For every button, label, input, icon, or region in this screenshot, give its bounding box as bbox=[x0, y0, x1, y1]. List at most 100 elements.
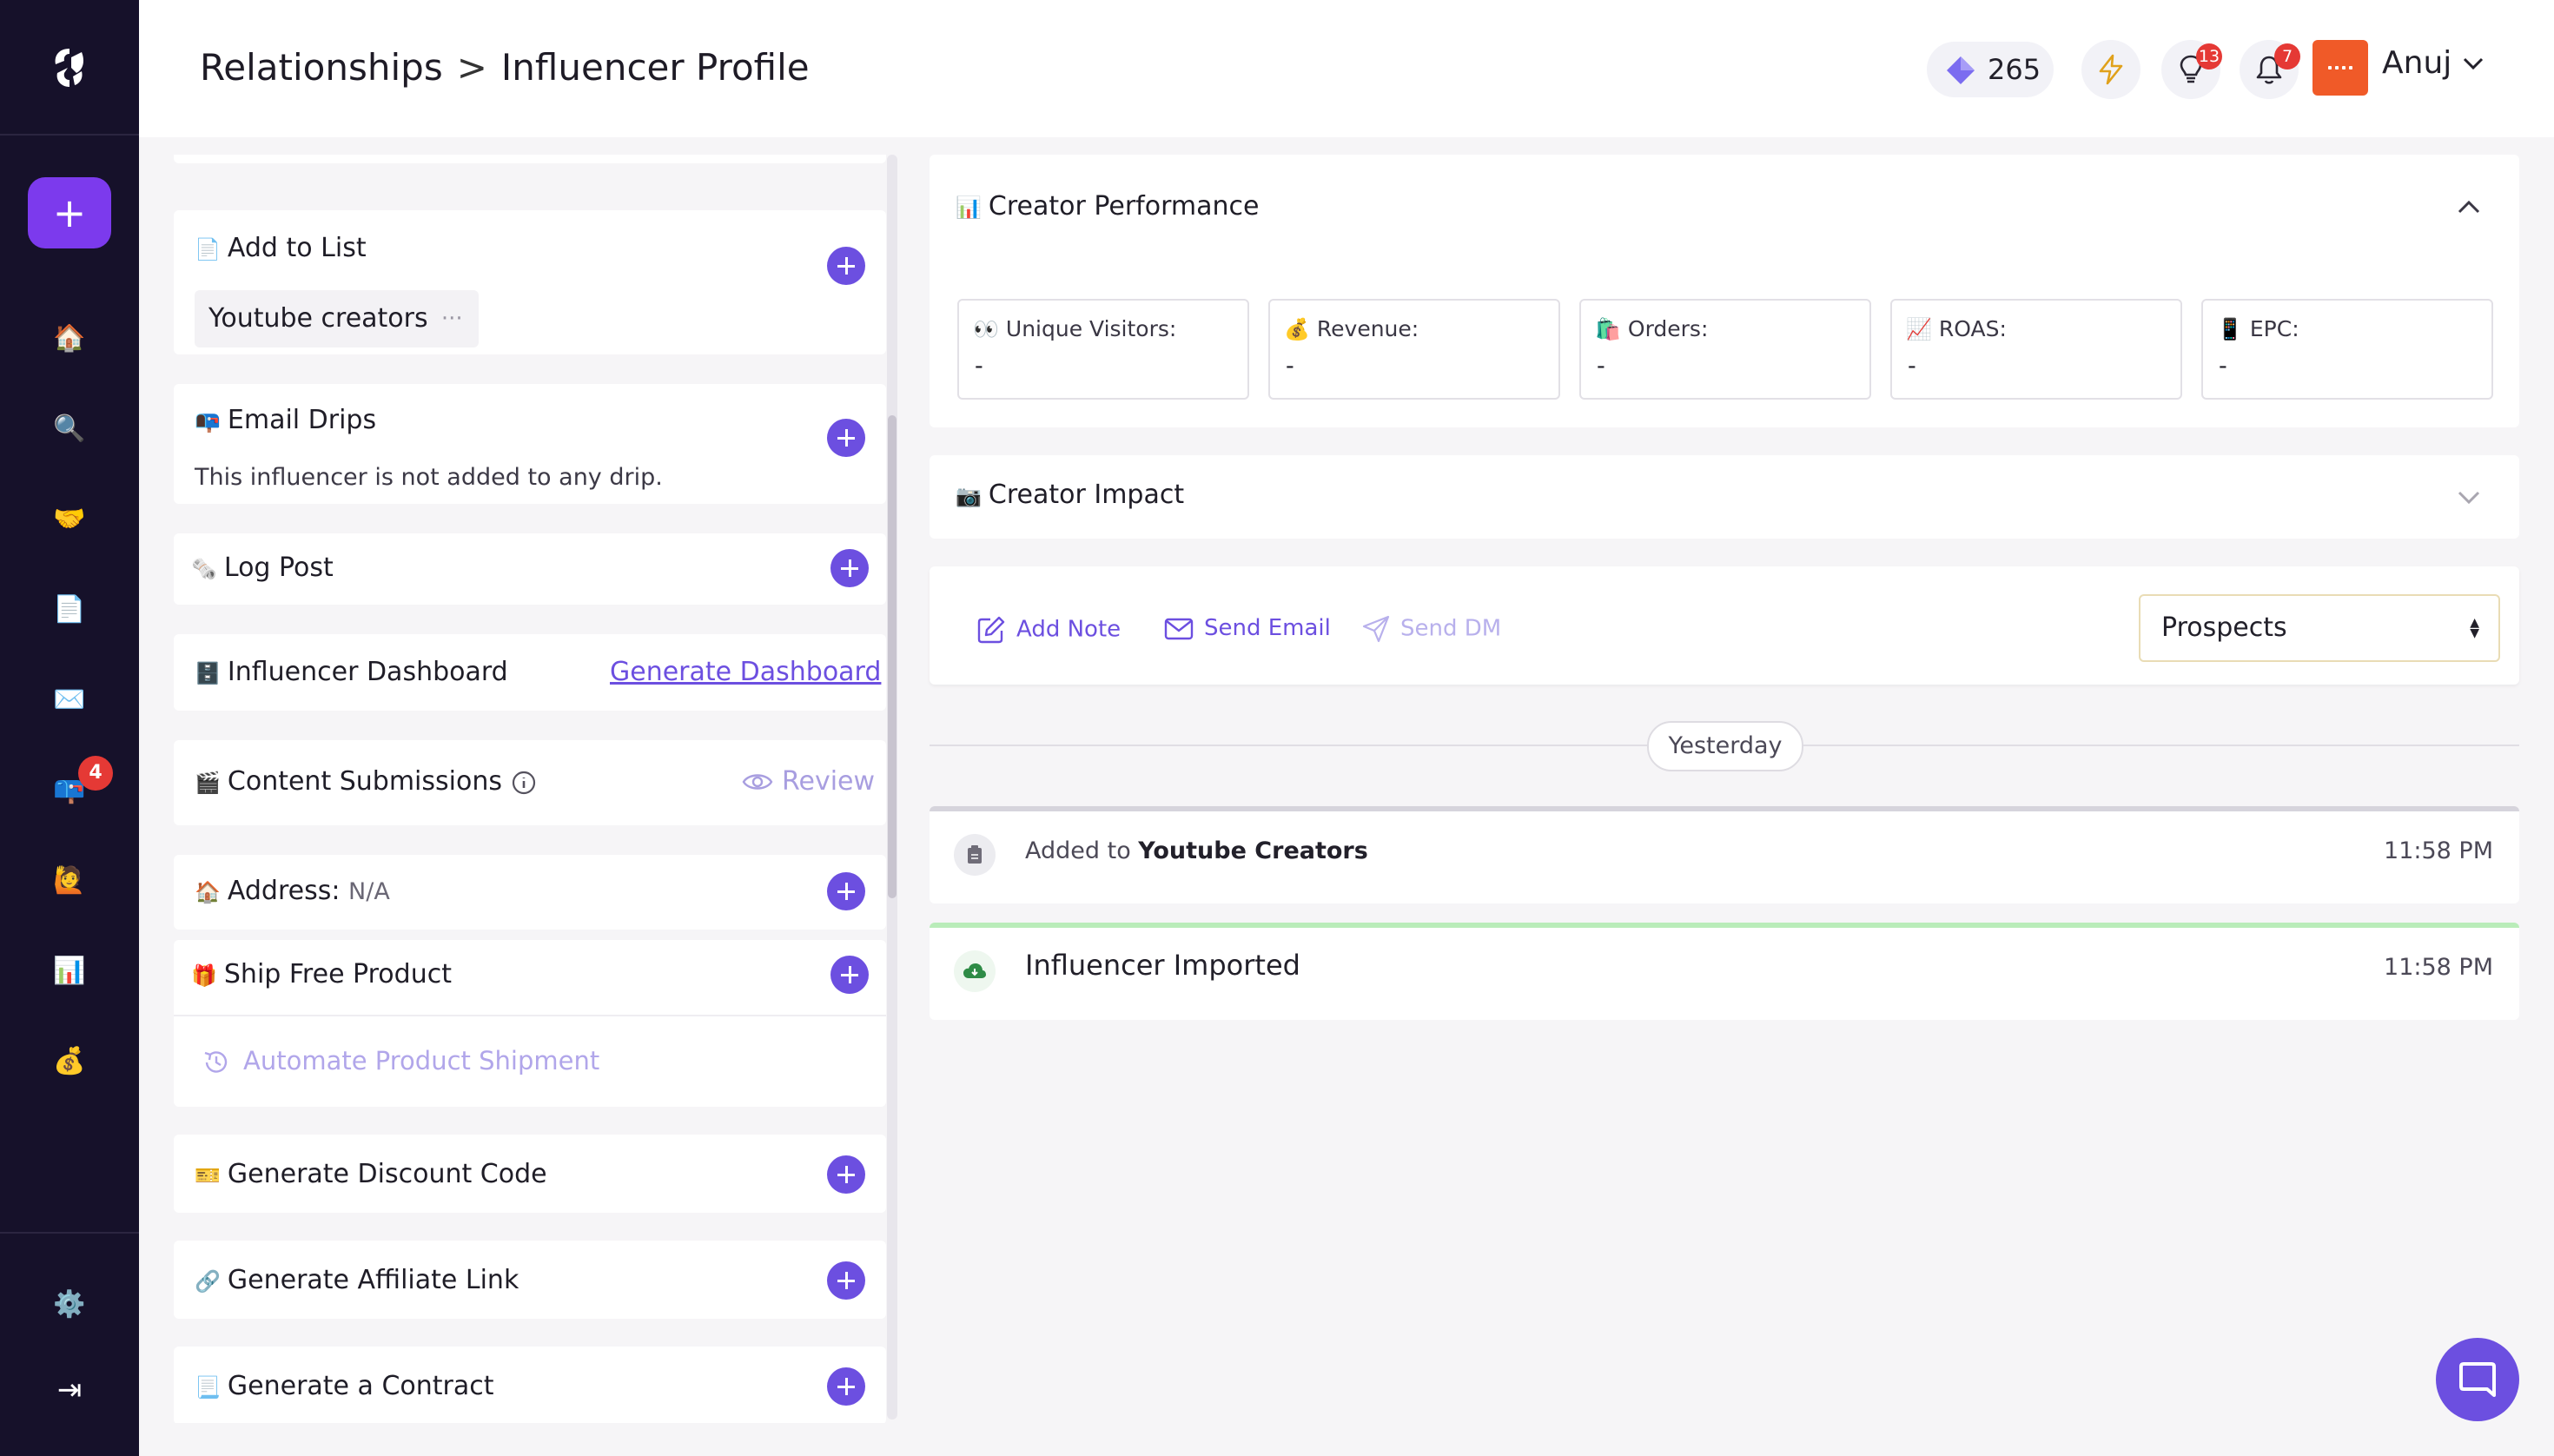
film-icon: 🎬 bbox=[195, 771, 221, 795]
credits-count: 265 bbox=[1988, 53, 2041, 86]
discount-code-title: 🎫 Generate Discount Code bbox=[195, 1159, 547, 1189]
sidebar-item-settings[interactable]: ⚙️ bbox=[43, 1279, 96, 1331]
lightning-icon bbox=[2099, 54, 2123, 85]
contract-icon: 📃 bbox=[195, 1375, 221, 1400]
ship-free-product-title: 🎁 Ship Free Product bbox=[191, 959, 452, 989]
add-email-drip-button[interactable] bbox=[827, 419, 865, 457]
event-time: 11:58 PM bbox=[2384, 954, 2493, 981]
metric-epc: 📱 EPC: - bbox=[2201, 299, 2493, 400]
influencer-icon: 🙋 bbox=[53, 865, 86, 896]
ship-product-button[interactable] bbox=[830, 956, 869, 994]
stage-select[interactable]: Prospects ▲ ▼ bbox=[2139, 594, 2500, 662]
ship-free-product-card: 🎁 Ship Free Product Automate Product Ship… bbox=[174, 940, 886, 1107]
newspaper-icon: 🗞️ bbox=[191, 557, 217, 581]
creator-performance-card: 📊 Creator Performance 👀 Unique Visitors: -… bbox=[930, 155, 2519, 427]
handshake-icon: 🤝 bbox=[53, 504, 86, 534]
create-new-button[interactable]: + bbox=[28, 177, 111, 248]
ticket-icon: 🎫 bbox=[195, 1163, 221, 1188]
log-post-card: 🗞️ Log Post bbox=[174, 533, 886, 605]
info-icon[interactable] bbox=[511, 770, 537, 796]
gear-icon: ⚙️ bbox=[53, 1289, 86, 1320]
generate-contract-button[interactable] bbox=[827, 1367, 865, 1406]
app-logo[interactable] bbox=[0, 0, 139, 136]
breadcrumb-relationships[interactable]: Relationships bbox=[200, 46, 443, 89]
event-text: Added to Youtube Creators bbox=[1025, 837, 1368, 864]
sidebar-item-search[interactable]: 🔍 bbox=[43, 403, 96, 455]
sidebar-item-relationships[interactable]: 🤝 bbox=[43, 493, 96, 546]
chart-up-icon: 📈 bbox=[1906, 317, 1932, 341]
generate-affiliate-button[interactable] bbox=[827, 1261, 865, 1300]
collapse-icon: ⇥ bbox=[56, 1373, 83, 1407]
scrollbar-thumb[interactable] bbox=[888, 415, 897, 898]
sidebar-item-influencers[interactable]: 🙋 bbox=[43, 855, 96, 907]
review-button[interactable]: Review bbox=[782, 766, 875, 797]
logo-icon bbox=[55, 49, 83, 87]
clipboard-icon bbox=[954, 834, 996, 876]
chevron-down-icon[interactable] bbox=[2457, 488, 2481, 506]
add-to-list-card: 📄 Add to List Youtube creators ··· bbox=[174, 210, 886, 354]
quick-actions-button[interactable] bbox=[2081, 40, 2140, 99]
log-post-button[interactable] bbox=[830, 549, 869, 587]
collapse-sidebar-button[interactable]: ⇥ bbox=[43, 1364, 96, 1416]
timeline-event-added-to-list: Added to Youtube Creators 11:58 PM bbox=[930, 806, 2519, 903]
send-dm-button[interactable]: Send DM bbox=[1362, 615, 1501, 643]
sidebar-item-email[interactable]: ✉️ bbox=[43, 674, 96, 726]
event-title: Influencer Imported bbox=[1025, 949, 1300, 982]
credits-counter[interactable]: 265 bbox=[1927, 42, 2054, 97]
content-submissions-title: 🎬 Content Submissions bbox=[195, 766, 502, 797]
ideas-badge: 13 bbox=[2196, 43, 2222, 69]
profile-actions-panel: 📄 Add to List Youtube creators ··· 📭 Email … bbox=[174, 155, 886, 1423]
email-drips-card: 📭 Email Drips This influencer is not adde… bbox=[174, 384, 886, 504]
influencer-dashboard-title: 🗄️ Influencer Dashboard bbox=[195, 657, 508, 687]
chevron-down-icon[interactable] bbox=[2462, 56, 2485, 71]
list-tag[interactable]: Youtube creators ··· bbox=[195, 290, 479, 347]
generate-dashboard-link[interactable]: Generate Dashboard bbox=[610, 657, 881, 687]
sidebar-item-home[interactable]: 🏠 bbox=[43, 313, 96, 365]
eye-icon[interactable] bbox=[742, 770, 773, 794]
discount-code-card: 🎫 Generate Discount Code bbox=[174, 1135, 886, 1213]
automate-shipment-link[interactable]: Automate Product Shipment bbox=[243, 1046, 599, 1075]
address-title: 🏠 Address: N/A bbox=[195, 876, 390, 906]
metric-orders: 🛍️ Orders: - bbox=[1579, 299, 1871, 400]
more-icon[interactable]: ··· bbox=[441, 290, 463, 347]
email-drips-title: 📭 Email Drips bbox=[195, 405, 377, 435]
add-to-list-button[interactable] bbox=[827, 247, 865, 285]
add-address-button[interactable] bbox=[827, 872, 865, 910]
camera-icon: 📷 bbox=[956, 484, 982, 508]
money-bag-icon: 💰 bbox=[1284, 317, 1310, 341]
breadcrumb: Relationships > Influencer Profile bbox=[200, 43, 810, 89]
sidebar-item-analytics[interactable]: 📊 bbox=[43, 945, 96, 997]
sidebar-item-documents[interactable]: 📄 bbox=[43, 584, 96, 636]
creator-performance-title[interactable]: 📊 Creator Performance bbox=[956, 191, 1259, 222]
sidebar-item-payments[interactable]: 💰 bbox=[43, 1036, 96, 1088]
edit-icon bbox=[977, 616, 1005, 644]
diamond-icon bbox=[1947, 56, 1975, 84]
creator-impact-title[interactable]: 📷 Creator Impact bbox=[956, 480, 1184, 510]
generate-discount-button[interactable] bbox=[827, 1155, 865, 1194]
history-icon bbox=[204, 1051, 228, 1073]
document-icon: 📄 bbox=[53, 594, 86, 625]
affiliate-link-card: 🔗 Generate Affiliate Link bbox=[174, 1241, 886, 1319]
sidebar-divider bbox=[0, 1232, 139, 1234]
add-note-button[interactable]: Add Note bbox=[976, 615, 1121, 645]
top-header: Relationships > Influencer Profile 265 13 … bbox=[139, 0, 2554, 137]
address-card: 🏠 Address: N/A bbox=[174, 855, 886, 930]
influencer-dashboard-card: 🗄️ Influencer Dashboard Generate Dashboar… bbox=[174, 634, 886, 711]
actions-bar: Add Note Send Email Send DM Prospects ▲ ▼ bbox=[930, 566, 2519, 685]
home-icon: 🏠 bbox=[53, 323, 86, 354]
stage-select-value: Prospects bbox=[2161, 612, 2287, 643]
gift-icon: 🎁 bbox=[191, 963, 217, 988]
avatar[interactable] bbox=[2312, 40, 2368, 96]
select-arrows-icon: ▲ ▼ bbox=[2470, 616, 2479, 640]
user-name[interactable]: Anuj bbox=[2382, 45, 2451, 81]
metric-revenue: 💰 Revenue: - bbox=[1268, 299, 1560, 400]
send-email-button[interactable]: Send Email bbox=[1164, 615, 1331, 641]
page-title: Influencer Profile bbox=[500, 46, 810, 89]
chat-support-button[interactable] bbox=[2436, 1338, 2519, 1421]
eyes-icon: 👀 bbox=[973, 317, 999, 341]
email-drips-empty-text: This influencer is not added to any drip… bbox=[195, 464, 663, 491]
send-icon bbox=[1362, 615, 1390, 643]
breadcrumb-separator: > bbox=[456, 46, 487, 89]
add-to-list-title: 📄 Add to List bbox=[195, 233, 367, 263]
chevron-up-icon[interactable] bbox=[2457, 198, 2481, 215]
